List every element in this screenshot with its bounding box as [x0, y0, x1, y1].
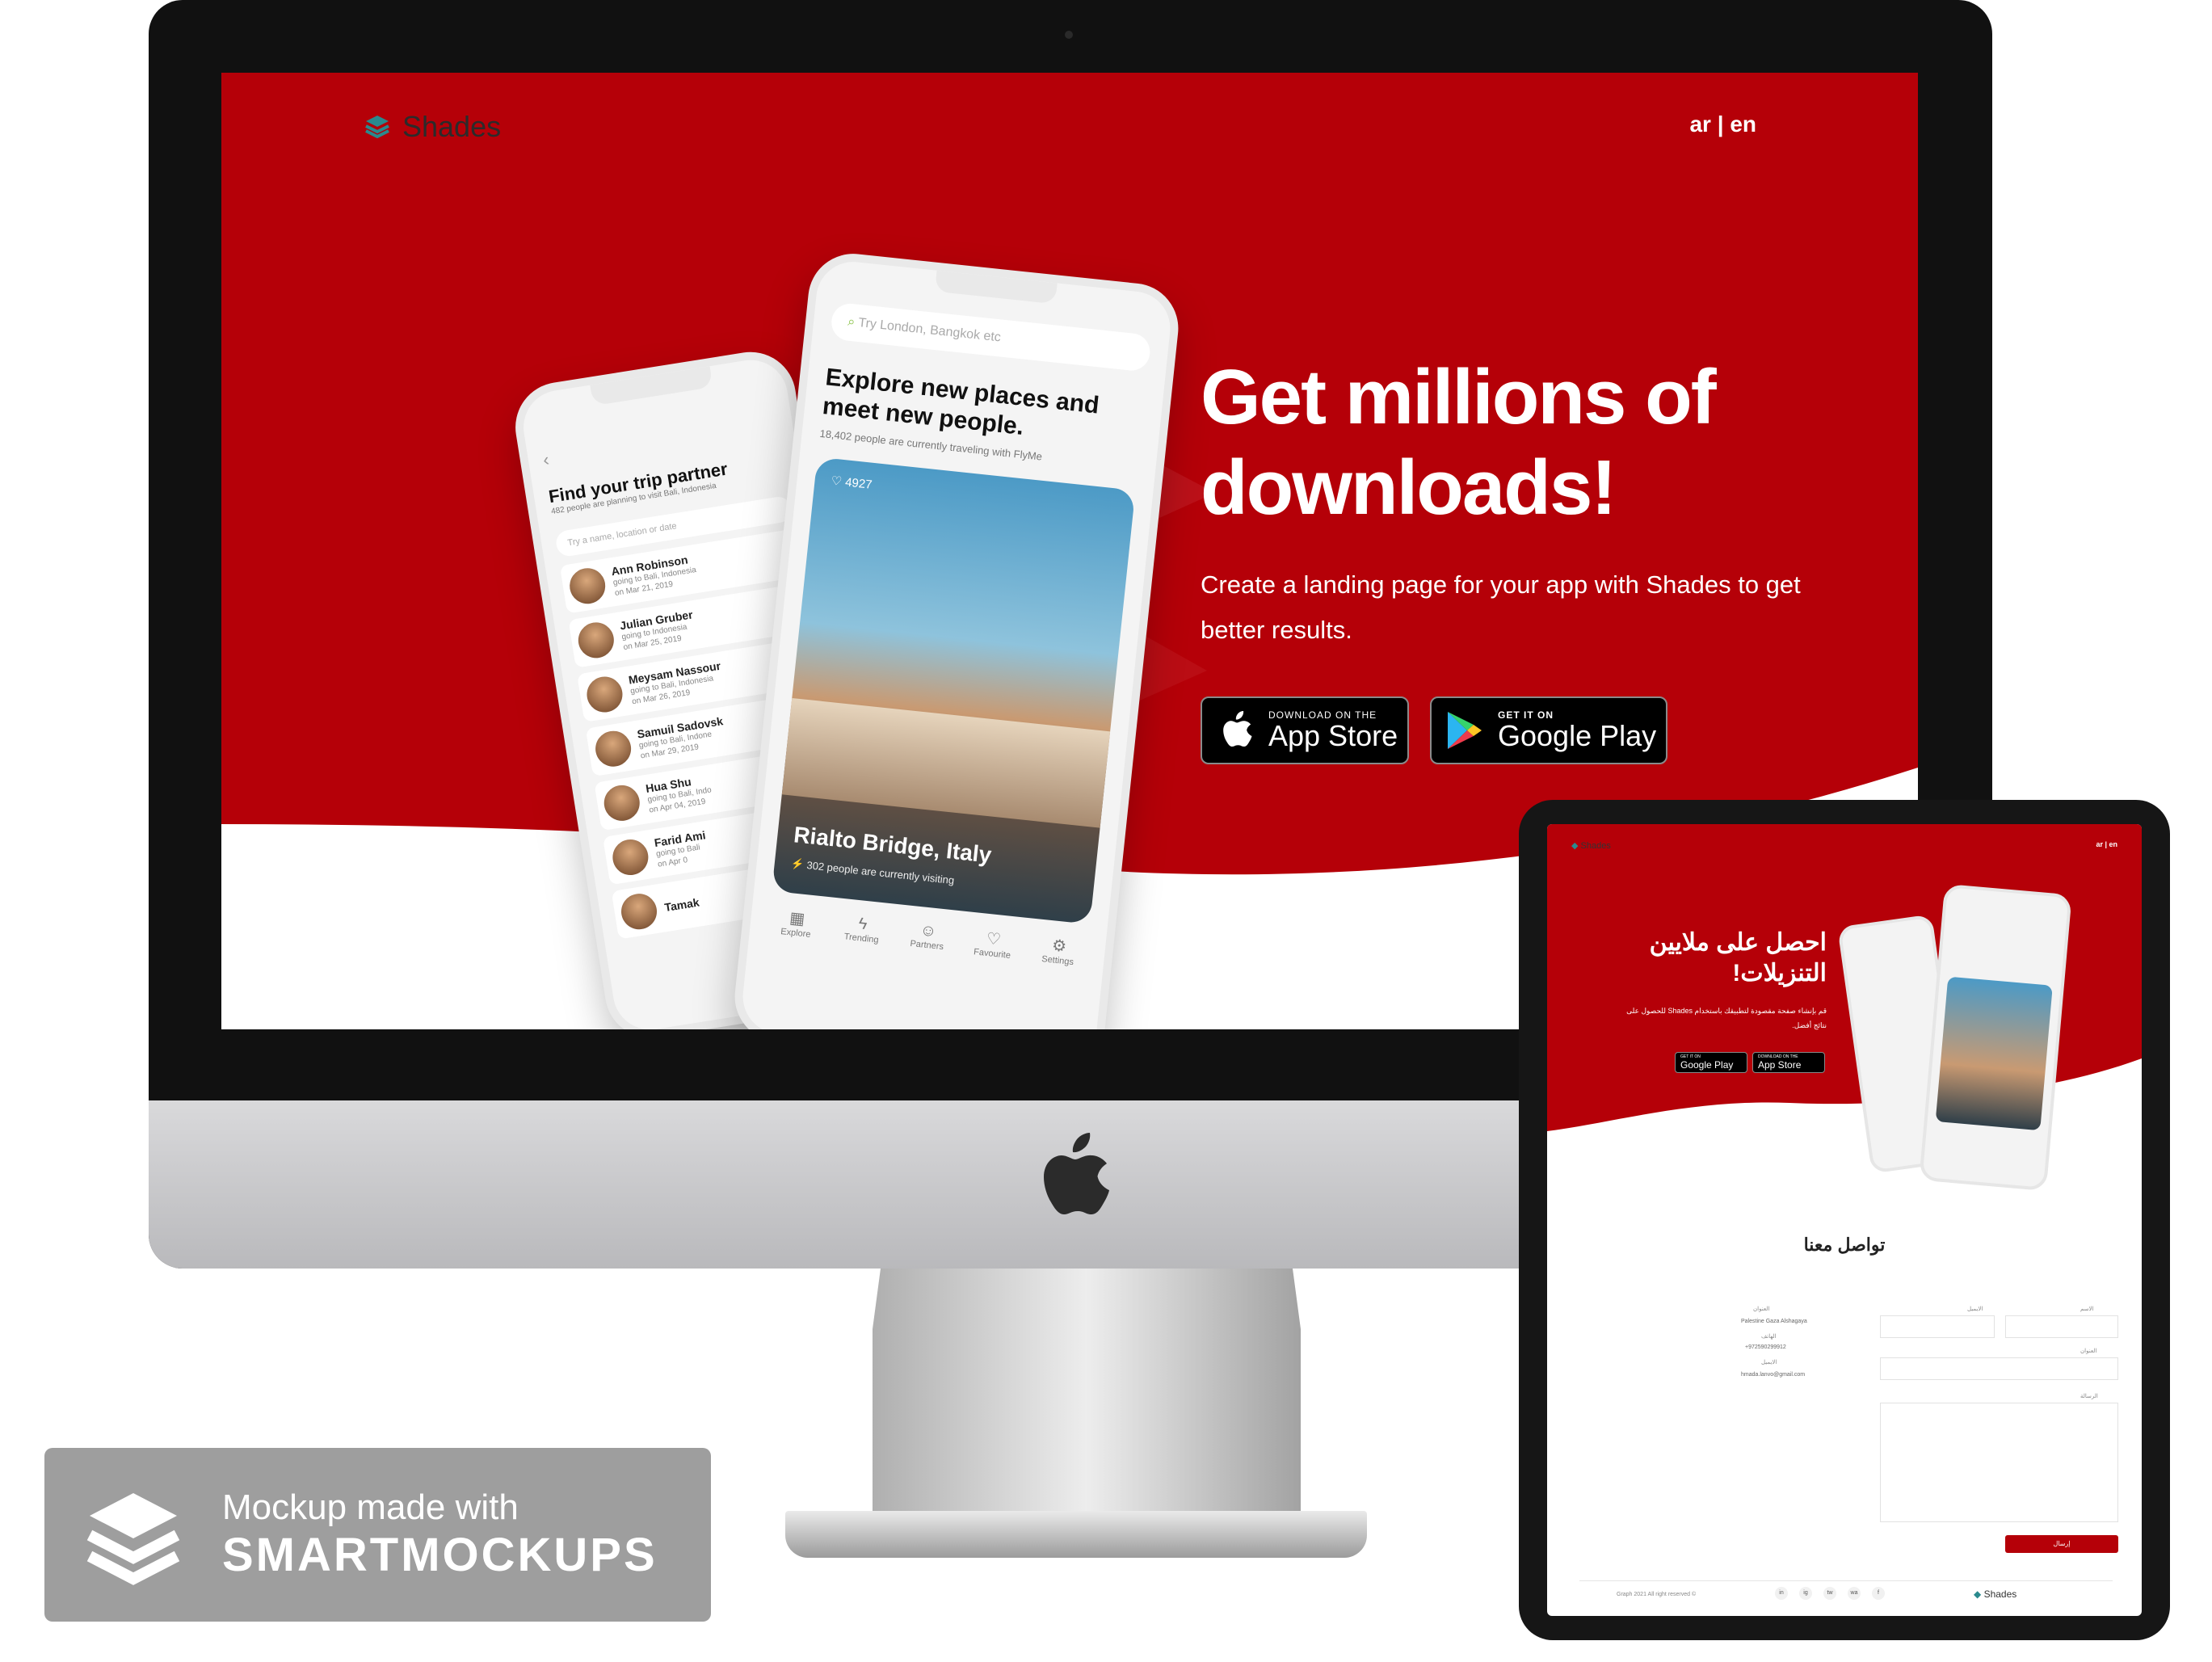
badge-line-2: SMARTMOCKUPS — [222, 1529, 658, 1581]
avatar — [610, 836, 651, 878]
copyright: Graph 2021 All right reserved © — [1617, 1592, 1697, 1597]
layers-icon — [365, 116, 389, 139]
email-input[interactable] — [1880, 1315, 1995, 1338]
send-button[interactable]: إرسال — [2005, 1535, 2118, 1553]
tablet-gplay-big: Google Play — [1680, 1059, 1734, 1071]
contact-title: تواصل معنا — [1803, 1235, 1886, 1255]
avatar — [575, 620, 617, 661]
avatar — [584, 674, 625, 715]
social-links: in ig tw wa f — [1775, 1587, 1885, 1600]
nav-item-explore[interactable]: ▦ Explore — [767, 906, 826, 941]
bolt-icon: ⚡ — [790, 856, 805, 871]
brand-logo[interactable]: Shades — [364, 110, 501, 144]
tablet-screen: ◆ Shades ar | en احصل على ملايين التنزيل… — [1547, 824, 2142, 1616]
social-ig-icon[interactable]: ig — [1799, 1587, 1812, 1600]
smartmockups-badge: Mockup made with SMARTMOCKUPS — [44, 1448, 711, 1622]
info-phone: +972590299912 — [1745, 1344, 1786, 1350]
apple-logo-icon — [1044, 1133, 1109, 1214]
tablet-brand-name: Shades — [1580, 841, 1611, 851]
name-input[interactable] — [2005, 1315, 2118, 1338]
footer-brand-name: Shades — [1983, 1588, 2017, 1600]
tablet-appstore-big: App Store — [1758, 1059, 1802, 1071]
info-email-label: الايميل — [1761, 1360, 1777, 1365]
badge-line-1: Mockup made with — [222, 1487, 519, 1527]
bridge-illustration — [781, 697, 1111, 828]
social-in-icon[interactable]: in — [1775, 1587, 1788, 1600]
label-message: الرسالة — [2080, 1394, 2098, 1399]
social-tw-icon[interactable]: tw — [1823, 1587, 1836, 1600]
tablet-destination-card — [1935, 976, 2053, 1131]
hero-title: Get millions of downloads! — [1201, 354, 1717, 531]
info-email: hmada.lanvo@gmail.com — [1741, 1372, 1806, 1378]
tablet-language-switch[interactable]: ar | en — [2096, 840, 2117, 848]
tablet-hero-subtitle: قم بإنشاء صفحة مقصودة لتطبيقك باستخدام S… — [1626, 1007, 1827, 1029]
stack-icon — [86, 1492, 180, 1585]
layers-icon: ◆ — [1974, 1588, 1982, 1600]
apple-icon — [1223, 711, 1252, 747]
footer-divider — [1579, 1580, 2113, 1581]
avatar — [567, 566, 608, 607]
likes-count[interactable]: ♡ 4927 — [831, 473, 873, 492]
likes-value: 4927 — [844, 475, 873, 492]
tablet-brand[interactable]: ◆ Shades — [1571, 840, 1611, 851]
avatar — [592, 728, 634, 769]
google-play-label: Google Play — [1498, 719, 1657, 752]
search-placeholder: Try London, Bangkok etc — [857, 316, 1002, 345]
social-f-icon[interactable]: f — [1872, 1587, 1885, 1600]
app-store-label: App Store — [1268, 719, 1398, 752]
tablet-google-play-button[interactable]: GET IT ON Google Play — [1675, 1052, 1747, 1073]
avatar — [618, 891, 660, 932]
brand-name: Shades — [402, 110, 502, 143]
destination-search-input[interactable]: ⌕ Try London, Bangkok etc — [830, 301, 1152, 372]
search-icon: ⌕ — [847, 314, 856, 330]
footer-brand[interactable]: ◆ Shades — [1974, 1588, 2016, 1600]
info-address-label: العنوان — [1753, 1306, 1770, 1312]
tablet-phone-front — [1919, 883, 2072, 1192]
person-name: Tamak — [663, 895, 700, 915]
heart-icon: ♡ — [830, 473, 843, 489]
google-play-button[interactable]: GET IT ON Google Play — [1430, 696, 1667, 764]
camera-dot — [1065, 31, 1073, 39]
label-name: الاسم — [2080, 1306, 2094, 1312]
destination-card[interactable]: ♡ 4927 Rialto Bridge, Italy ⚡ 302 people… — [772, 457, 1136, 925]
imac-stand — [873, 1269, 1301, 1511]
nav-item-partners[interactable]: ☺ Partners — [898, 919, 957, 955]
tablet-hero-title: احصل على ملايين التنزيلات! — [1649, 929, 1827, 987]
label-subject: العنوان — [2080, 1349, 2097, 1354]
info-address: Palestine Gaza Alshagaya — [1741, 1319, 1807, 1324]
tablet-app-store-button[interactable]: DOWNLOAD ON THE App Store — [1752, 1052, 1825, 1073]
hero-subtitle: Create a landing page for your app with … — [1201, 570, 1801, 644]
subject-input[interactable] — [1880, 1357, 2118, 1380]
nav-item-favourite[interactable]: ♡ Favourite — [964, 926, 1023, 961]
avatar — [601, 782, 642, 824]
info-phone-label: الهاتف — [1761, 1334, 1777, 1340]
message-textarea[interactable] — [1880, 1403, 2118, 1522]
app-store-button[interactable]: DOWNLOAD ON THE App Store — [1201, 696, 1409, 764]
layers-icon: ◆ — [1571, 841, 1579, 851]
nav-item-settings[interactable]: ⚙ Settings — [1029, 933, 1088, 969]
imac-stand-foot — [785, 1511, 1367, 1558]
tablet-store-buttons: GET IT ON Google Play DOWNLOAD ON THE Ap… — [1675, 1052, 1825, 1073]
nav-item-trending[interactable]: ϟ Trending — [833, 912, 892, 948]
language-switch[interactable]: ar | en — [1689, 112, 1756, 137]
card-subtitle-text: 302 people are currently visiting — [805, 859, 955, 887]
label-email: الايميل — [1967, 1306, 1983, 1312]
google-play-icon — [1448, 712, 1482, 749]
social-wa-icon[interactable]: wa — [1848, 1587, 1861, 1600]
